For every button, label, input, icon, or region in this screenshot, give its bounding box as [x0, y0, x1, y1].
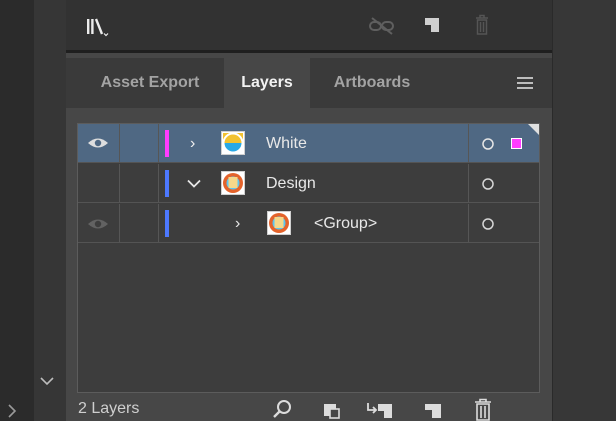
layer-thumbnail	[267, 211, 291, 235]
column-divider	[468, 124, 469, 162]
visibility-eye-icon[interactable]	[87, 136, 109, 150]
tab-layers[interactable]: Layers	[224, 58, 310, 108]
column-divider	[119, 124, 120, 162]
search-icon[interactable]	[272, 398, 294, 420]
column-divider	[119, 204, 120, 242]
tab-artboards[interactable]: Artboards	[310, 58, 434, 108]
left-collapse-strip	[34, 0, 66, 421]
layer-color-bar	[165, 130, 169, 157]
tab-asset-export[interactable]: Asset Export	[76, 58, 224, 108]
tab-bar: Asset Export Layers Artboards	[66, 58, 552, 108]
clipping-mask-icon[interactable]	[322, 400, 342, 420]
visibility-eye-icon[interactable]	[87, 217, 109, 231]
trash-icon[interactable]	[474, 14, 490, 36]
column-divider	[158, 164, 159, 202]
layer-row-design[interactable]: Design	[78, 164, 539, 203]
layer-row-white[interactable]: › White	[78, 124, 539, 163]
selection-indicator[interactable]	[511, 138, 522, 149]
layer-name[interactable]: Design	[266, 164, 316, 203]
new-layer-icon[interactable]	[423, 400, 443, 420]
corner-marker-icon	[528, 124, 539, 135]
libraries-icon[interactable]	[86, 17, 112, 39]
expand-chevron[interactable]: ›	[190, 124, 195, 163]
column-divider	[468, 164, 469, 202]
expand-chevron[interactable]: ›	[235, 204, 240, 243]
right-dock	[552, 0, 616, 421]
new-item-icon[interactable]	[423, 16, 441, 34]
move-to-layer-icon[interactable]	[366, 400, 394, 420]
column-divider	[158, 124, 159, 162]
unlink-icon[interactable]	[368, 16, 396, 36]
layer-name[interactable]: <Group>	[314, 204, 377, 243]
expand-chevron-down-icon[interactable]	[187, 179, 201, 189]
layer-color-bar	[165, 170, 169, 197]
layer-count: 2 Layers	[78, 400, 140, 417]
left-gutter	[0, 0, 35, 421]
target-circle-icon[interactable]	[482, 218, 494, 230]
target-circle-icon[interactable]	[482, 178, 494, 190]
column-divider	[158, 204, 159, 242]
chevron-down-icon[interactable]	[40, 376, 54, 386]
chevron-right-icon[interactable]	[7, 404, 17, 418]
target-circle-icon[interactable]	[482, 138, 494, 150]
column-divider	[119, 164, 120, 202]
panel-menu-icon[interactable]	[515, 76, 535, 90]
layer-thumbnail	[221, 131, 245, 155]
layer-name[interactable]: White	[266, 124, 307, 163]
delete-icon[interactable]	[473, 398, 493, 421]
layer-thumbnail	[221, 171, 245, 195]
layer-color-bar	[165, 210, 169, 237]
layer-row-group[interactable]: › <Group>	[78, 204, 539, 243]
column-divider	[468, 204, 469, 242]
